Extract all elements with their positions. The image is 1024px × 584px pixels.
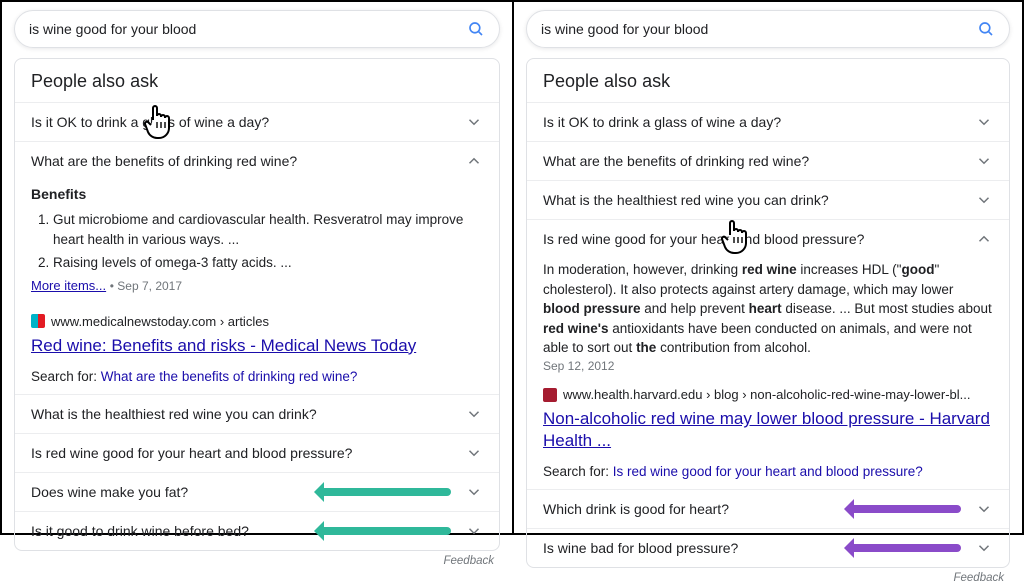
chevron-down-icon bbox=[975, 500, 993, 518]
favicon-icon bbox=[543, 388, 557, 402]
paa-question[interactable]: Is it OK to drink a glass of wine a day? bbox=[527, 102, 1009, 141]
feedback-link[interactable]: Feedback bbox=[14, 551, 500, 567]
paa-question-label: What are the benefits of drinking red wi… bbox=[31, 153, 465, 169]
paa-question[interactable]: Does wine make you fat? bbox=[15, 472, 499, 511]
search-bar[interactable] bbox=[526, 10, 1010, 48]
paa-answer-snippet: In moderation, however, drinking red win… bbox=[527, 258, 1009, 379]
paa-question[interactable]: What are the benefits of drinking red wi… bbox=[527, 141, 1009, 180]
annotation-arrow-icon bbox=[316, 488, 451, 496]
paa-question[interactable]: Is wine bad for blood pressure? bbox=[527, 528, 1009, 567]
chevron-down-icon bbox=[975, 152, 993, 170]
people-also-ask-card: People also ask Is it OK to drink a glas… bbox=[526, 58, 1010, 568]
chevron-down-icon bbox=[465, 405, 483, 423]
search-for-link[interactable]: Is red wine good for your heart and bloo… bbox=[613, 464, 923, 479]
chevron-down-icon bbox=[465, 113, 483, 131]
paa-question-label: What is the healthiest red wine you can … bbox=[543, 192, 975, 208]
paa-question[interactable]: Is red wine good for your heart and bloo… bbox=[15, 433, 499, 472]
result-url-path: www.medicalnewstoday.com › articles bbox=[51, 314, 269, 329]
search-icon[interactable] bbox=[467, 20, 485, 38]
paa-answer-body: Benefits Gut microbiome and cardiovascul… bbox=[15, 180, 499, 306]
favicon-icon bbox=[31, 314, 45, 328]
paa-header: People also ask bbox=[527, 59, 1009, 102]
people-also-ask-card: People also ask Is it OK to drink a glas… bbox=[14, 58, 500, 551]
result-source: www.medicalnewstoday.com › articles bbox=[15, 306, 499, 335]
paa-question-expanded[interactable]: Is red wine good for your heart and bloo… bbox=[527, 219, 1009, 258]
paa-question-label: Is it OK to drink a glass of wine a day? bbox=[543, 114, 975, 130]
list-item: Raising levels of omega-3 fatty acids. .… bbox=[53, 253, 483, 273]
search-bar[interactable] bbox=[14, 10, 500, 48]
chevron-down-icon bbox=[465, 444, 483, 462]
paa-question[interactable]: Is it good to drink wine before bed? bbox=[15, 511, 499, 550]
paa-question[interactable]: What is the healthiest red wine you can … bbox=[527, 180, 1009, 219]
paa-question-label: Is it OK to drink a glass of wine a day? bbox=[31, 114, 465, 130]
paa-question-label: Is red wine good for your heart and bloo… bbox=[31, 445, 465, 461]
answer-date: Sep 12, 2012 bbox=[543, 358, 993, 375]
paa-question[interactable]: Which drink is good for heart? bbox=[527, 489, 1009, 528]
list-item: Gut microbiome and cardiovascular health… bbox=[53, 210, 483, 249]
benefits-heading: Benefits bbox=[31, 184, 483, 204]
answer-date: • Sep 7, 2017 bbox=[110, 279, 182, 293]
paa-header: People also ask bbox=[15, 59, 499, 102]
panel-right: People also ask Is it OK to drink a glas… bbox=[512, 2, 1022, 533]
result-title-link[interactable]: Non-alcoholic red wine may lower blood p… bbox=[527, 408, 1009, 458]
chevron-up-icon bbox=[975, 230, 993, 248]
search-for-row: Search for: What are the benefits of dri… bbox=[15, 363, 499, 394]
result-title-link[interactable]: Red wine: Benefits and risks - Medical N… bbox=[15, 335, 499, 363]
result-url-path: www.health.harvard.edu › blog › non-alco… bbox=[563, 387, 971, 402]
more-items-link[interactable]: More items... bbox=[31, 278, 106, 293]
annotation-arrow-icon bbox=[316, 527, 451, 535]
search-for-link[interactable]: What are the benefits of drinking red wi… bbox=[101, 369, 358, 384]
chevron-up-icon bbox=[465, 152, 483, 170]
search-for-row: Search for: Is red wine good for your he… bbox=[527, 458, 1009, 489]
chevron-down-icon bbox=[975, 191, 993, 209]
paa-question-expanded[interactable]: What are the benefits of drinking red wi… bbox=[15, 141, 499, 180]
search-icon[interactable] bbox=[977, 20, 995, 38]
annotation-arrow-icon bbox=[846, 544, 961, 552]
chevron-down-icon bbox=[465, 522, 483, 540]
paa-question[interactable]: Is it OK to drink a glass of wine a day? bbox=[15, 102, 499, 141]
chevron-down-icon bbox=[975, 539, 993, 557]
search-input[interactable] bbox=[29, 21, 467, 37]
chevron-down-icon bbox=[975, 113, 993, 131]
result-source: www.health.harvard.edu › blog › non-alco… bbox=[527, 379, 1009, 408]
panel-left: People also ask Is it OK to drink a glas… bbox=[2, 2, 512, 533]
chevron-down-icon bbox=[465, 483, 483, 501]
paa-question[interactable]: What is the healthiest red wine you can … bbox=[15, 394, 499, 433]
search-input[interactable] bbox=[541, 21, 977, 37]
paa-question-label: What is the healthiest red wine you can … bbox=[31, 406, 465, 422]
annotation-arrow-icon bbox=[846, 505, 961, 513]
paa-question-label: Is red wine good for your heart and bloo… bbox=[543, 231, 975, 247]
paa-question-label: What are the benefits of drinking red wi… bbox=[543, 153, 975, 169]
feedback-link[interactable]: Feedback bbox=[526, 568, 1010, 584]
